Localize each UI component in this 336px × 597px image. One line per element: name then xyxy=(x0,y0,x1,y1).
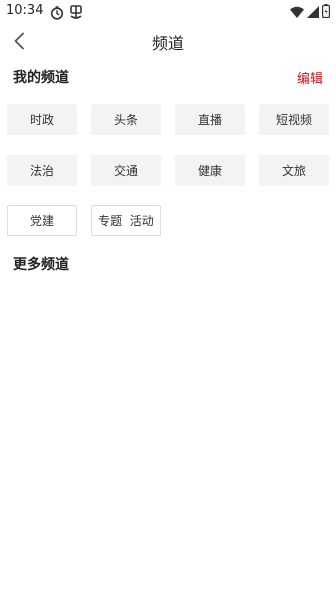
channel-chip-shizheng[interactable]: 时政 xyxy=(7,104,77,135)
channel-chip-wenlv[interactable]: 文旅 xyxy=(259,155,329,186)
timer-icon xyxy=(50,5,64,20)
status-time: 10:34 xyxy=(6,3,44,18)
edit-button[interactable]: 编辑 xyxy=(297,68,323,87)
channel-chip-zhuanti-huodong[interactable]: 专题 活动 xyxy=(91,205,161,236)
channel-chip-zhibo[interactable]: 直播 xyxy=(175,104,245,135)
channel-chip-jiankang[interactable]: 健康 xyxy=(175,155,245,186)
my-channels-title: 我的频道 xyxy=(13,70,69,86)
channel-chip-toutiao[interactable]: 头条 xyxy=(91,104,161,135)
wifi-icon xyxy=(290,3,304,22)
signal-icon xyxy=(307,3,319,22)
app-header: 频道 xyxy=(0,24,336,60)
app-notification-icon xyxy=(68,4,84,20)
channel-chip-jiaotong[interactable]: 交通 xyxy=(91,155,161,186)
channel-chip-fazhi[interactable]: 法治 xyxy=(7,155,77,186)
channel-chip-dangjian[interactable]: 党建 xyxy=(7,205,77,236)
page-title: 频道 xyxy=(151,34,184,53)
status-indicators xyxy=(290,3,331,22)
status-bar: 10:34 xyxy=(0,0,336,24)
more-channels-title: 更多频道 xyxy=(13,257,69,273)
channel-chip-duanshipin[interactable]: 短视频 xyxy=(259,104,329,135)
battery-icon xyxy=(322,3,331,22)
